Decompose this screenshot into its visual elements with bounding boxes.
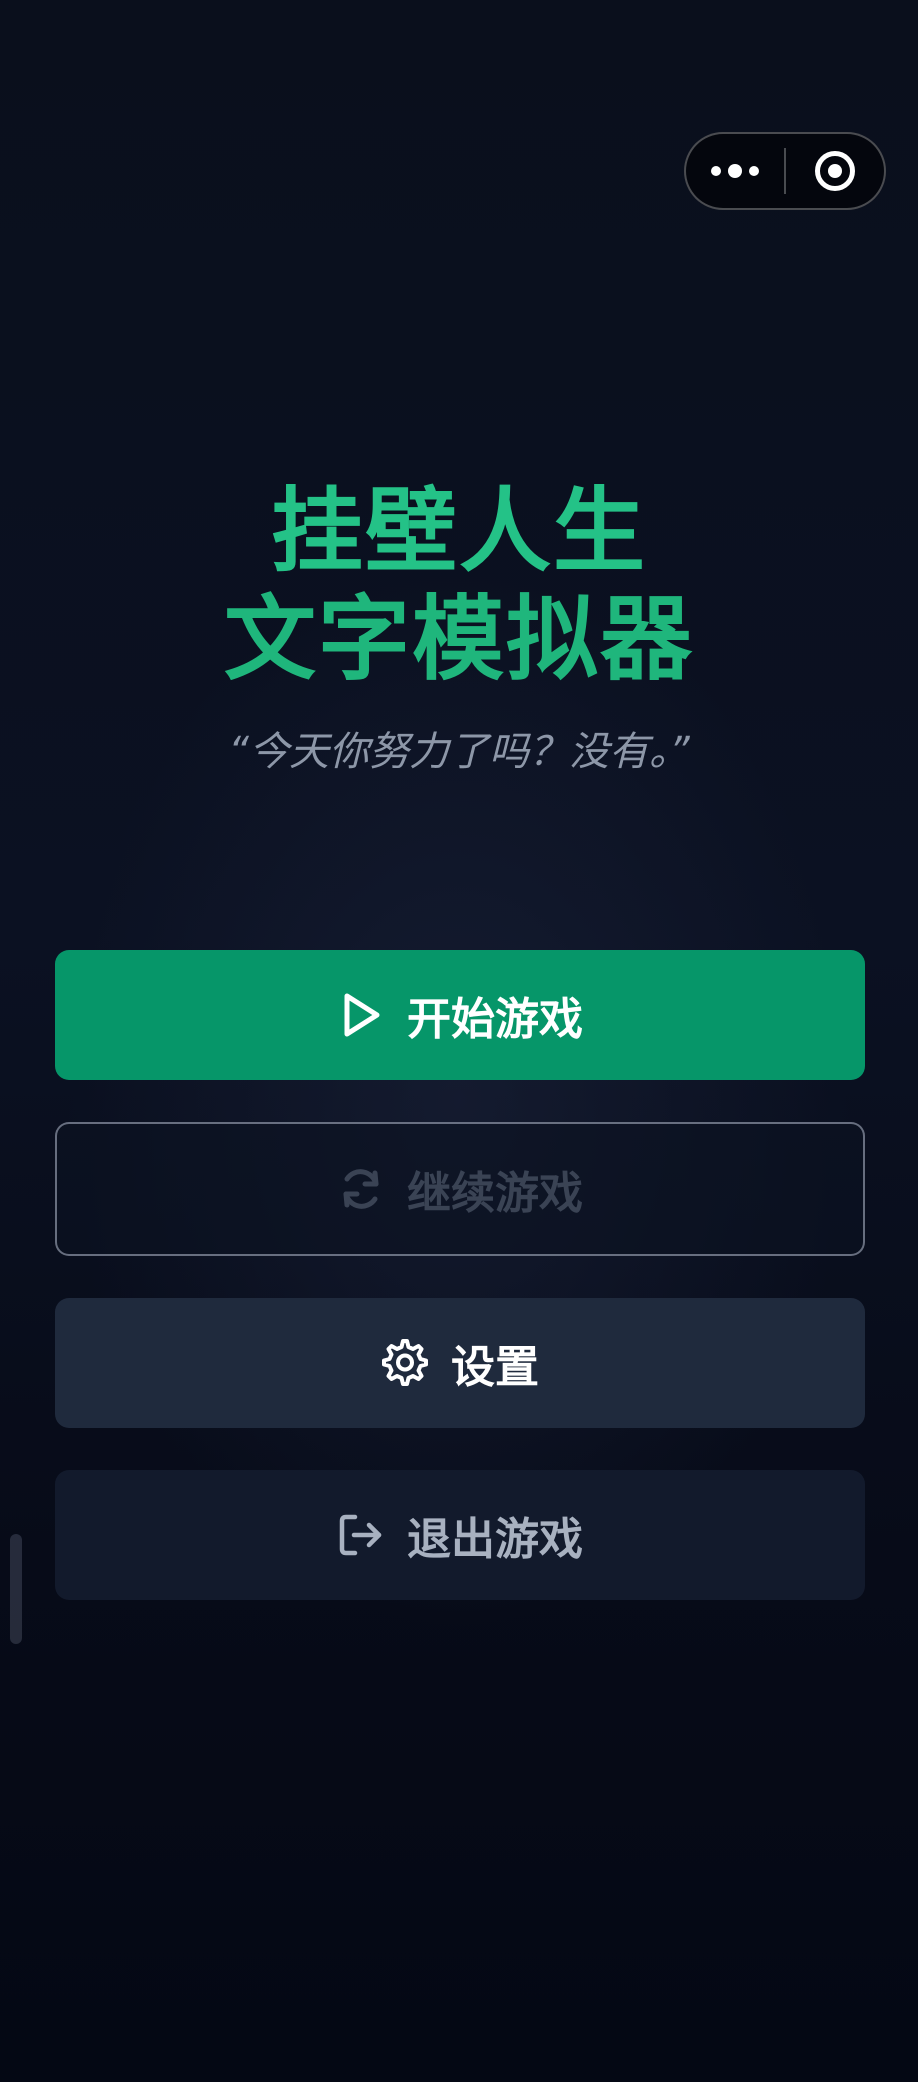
tagline: “今天你努力了吗？没有。”: [228, 729, 690, 775]
gear-icon: [381, 1339, 429, 1387]
exit-game-label: 退出游戏: [407, 1514, 583, 1565]
more-dots-icon: [711, 164, 759, 178]
start-game-label: 开始游戏: [407, 994, 583, 1045]
exit-game-button[interactable]: 退出游戏: [55, 1470, 865, 1600]
settings-button[interactable]: 设置: [55, 1298, 865, 1428]
refresh-icon: [337, 1165, 385, 1213]
game-title: 挂壁人生 文字模拟器: [0, 478, 918, 694]
game-title-line-2: 文字模拟器: [223, 586, 694, 693]
target-circle-icon: [815, 151, 855, 191]
play-icon: [337, 991, 385, 1039]
start-game-button[interactable]: 开始游戏: [55, 950, 865, 1080]
logout-icon: [337, 1511, 385, 1559]
capsule-close-button[interactable]: [786, 134, 884, 208]
settings-label: 设置: [451, 1342, 539, 1393]
continue-game-button[interactable]: 继续游戏: [55, 1122, 865, 1256]
game-title-line-1: 挂壁人生: [270, 478, 647, 585]
miniprogram-capsule: [684, 132, 886, 210]
capsule-more-button[interactable]: [686, 134, 784, 208]
continue-game-label: 继续游戏: [407, 1168, 583, 1219]
scroll-indicator[interactable]: [10, 1534, 22, 1644]
